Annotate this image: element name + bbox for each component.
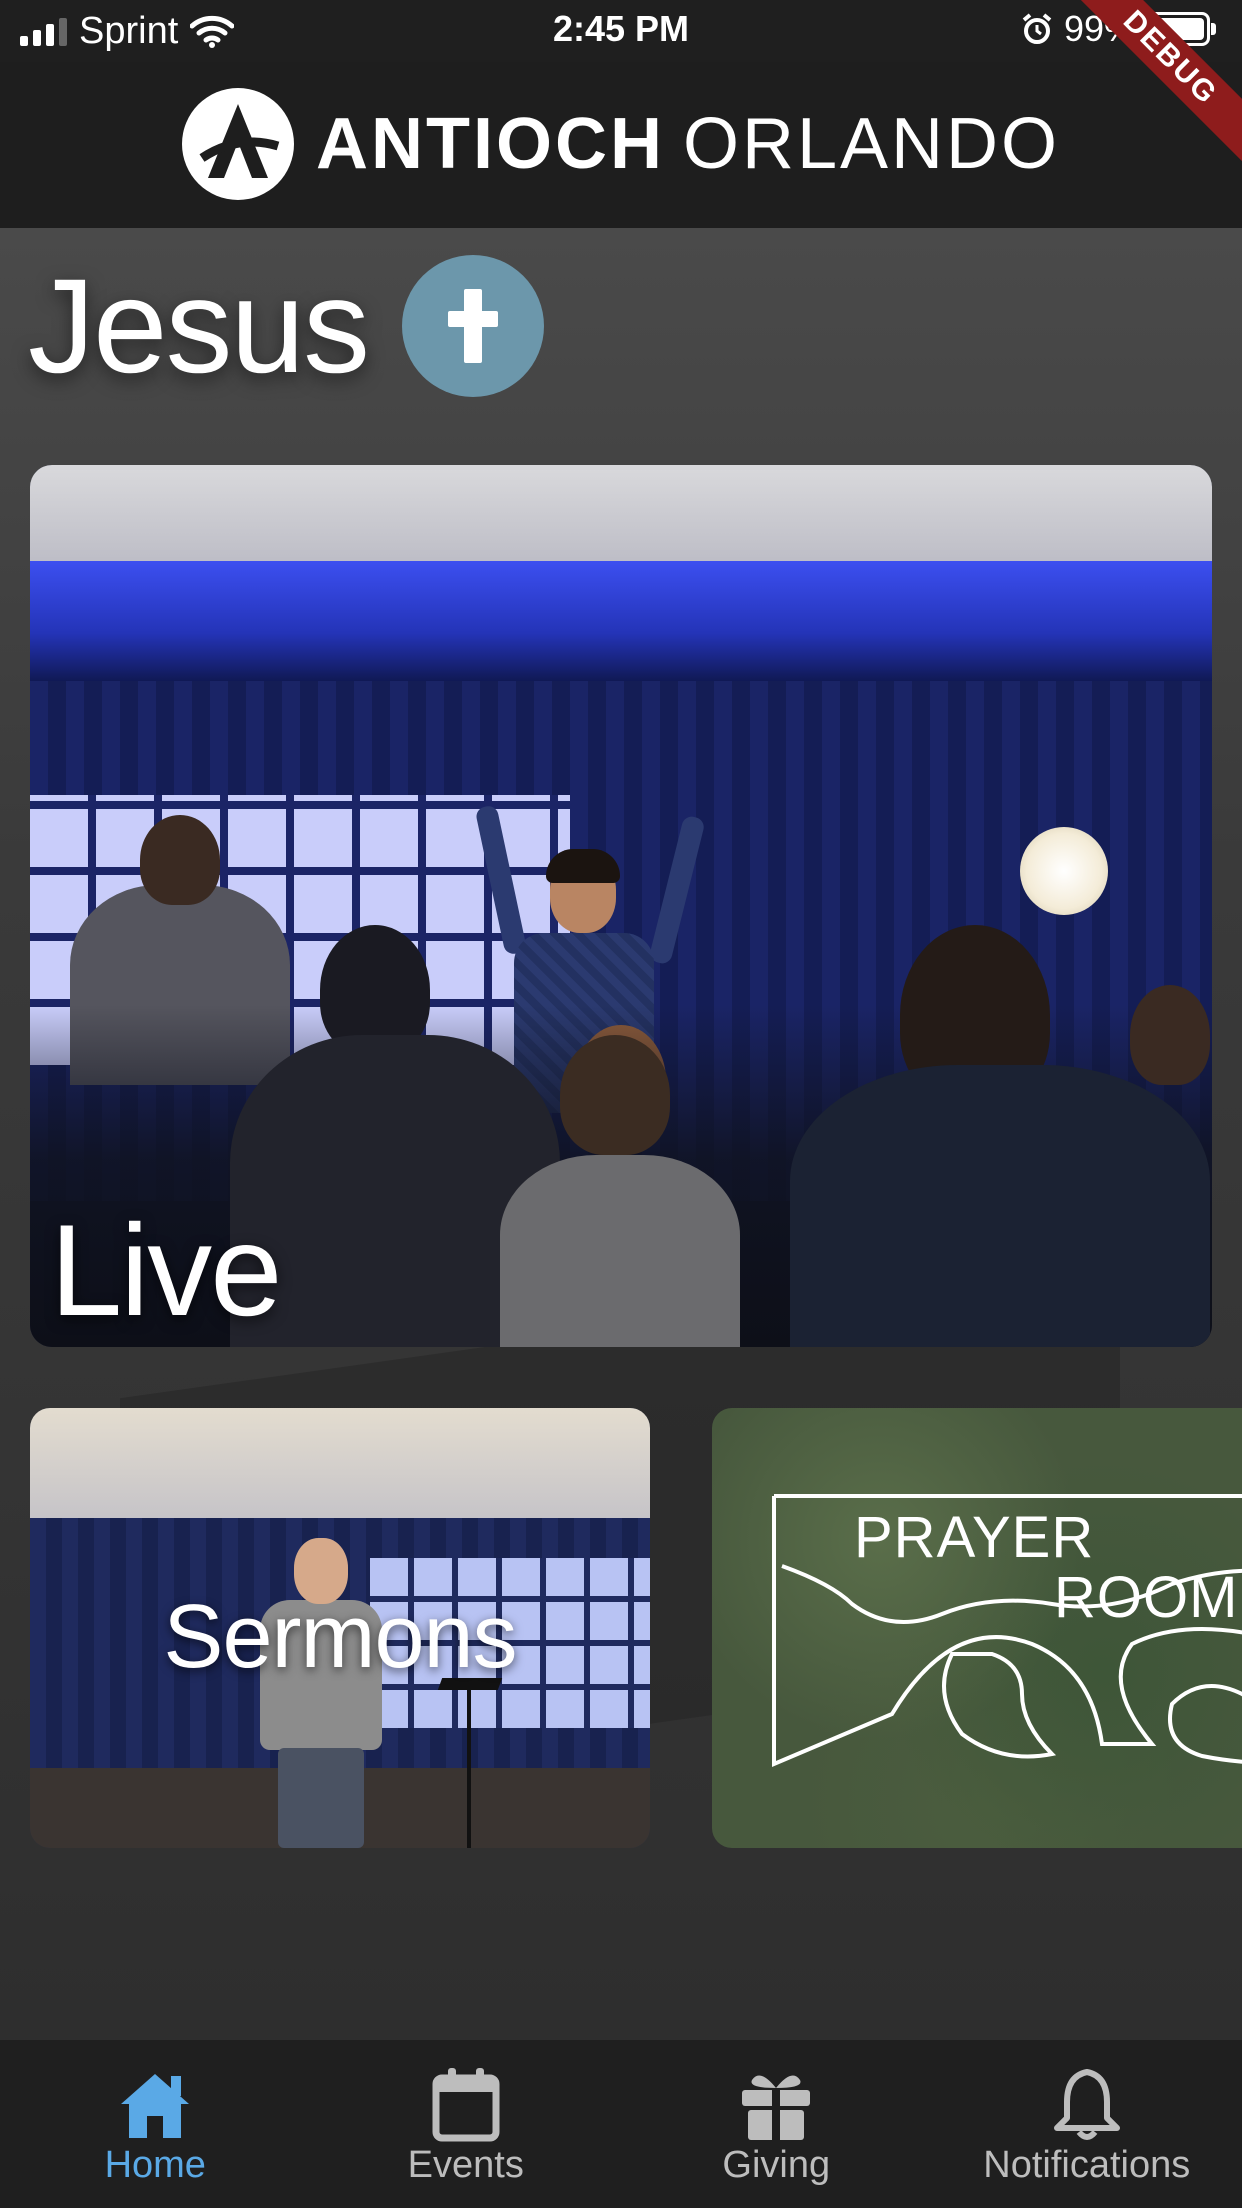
prayer-room-label-line1: PRAYER (854, 1505, 1095, 1570)
logo-wordmark: ANTIOCH ORLANDO (316, 103, 1060, 185)
status-bar: Sprint 2:45 PM 99% (0, 0, 1242, 62)
main-content: Jesus Live Sermons PRAYER ROOM (0, 228, 1242, 2040)
sermons-card[interactable]: Sermons (30, 1408, 650, 1848)
tab-events[interactable]: Events (311, 2040, 622, 2208)
page-title: Jesus (28, 251, 370, 401)
gift-icon (742, 2075, 811, 2140)
page-title-row: Jesus (28, 252, 545, 401)
logo-text-bold: ANTIOCH (315, 104, 665, 184)
prayer-room-card[interactable]: PRAYER ROOM (712, 1408, 1242, 1848)
cross-icon[interactable] (402, 255, 545, 397)
logo-text-light: ORLANDO (682, 104, 1061, 184)
tab-home[interactable]: Home (0, 2040, 311, 2208)
bell-icon (1053, 2069, 1120, 2140)
calendar-icon (432, 2068, 500, 2142)
tab-home-label: Home (104, 2144, 206, 2186)
tab-notifications-label: Notifications (983, 2144, 1191, 2186)
home-icon (121, 2074, 190, 2138)
prayer-room-label-line2: ROOM (1054, 1565, 1239, 1630)
logo-mark-icon (181, 88, 294, 200)
app-logo: ANTIOCH ORLANDO (0, 88, 1242, 200)
live-card[interactable]: Live (30, 465, 1212, 1347)
live-card-label: Live (50, 1197, 282, 1343)
alarm-icon (1022, 13, 1052, 44)
tab-giving-label: Giving (722, 2144, 831, 2186)
tab-events-label: Events (407, 2144, 524, 2186)
app-header: ANTIOCH ORLANDO (0, 62, 1242, 228)
bottom-tab-bar: Home Events Giving Notifications (0, 2040, 1242, 2208)
tab-notifications[interactable]: Notifications (932, 2040, 1242, 2208)
sermons-card-label: Sermons (163, 1587, 517, 1687)
tab-giving[interactable]: Giving (621, 2040, 932, 2208)
